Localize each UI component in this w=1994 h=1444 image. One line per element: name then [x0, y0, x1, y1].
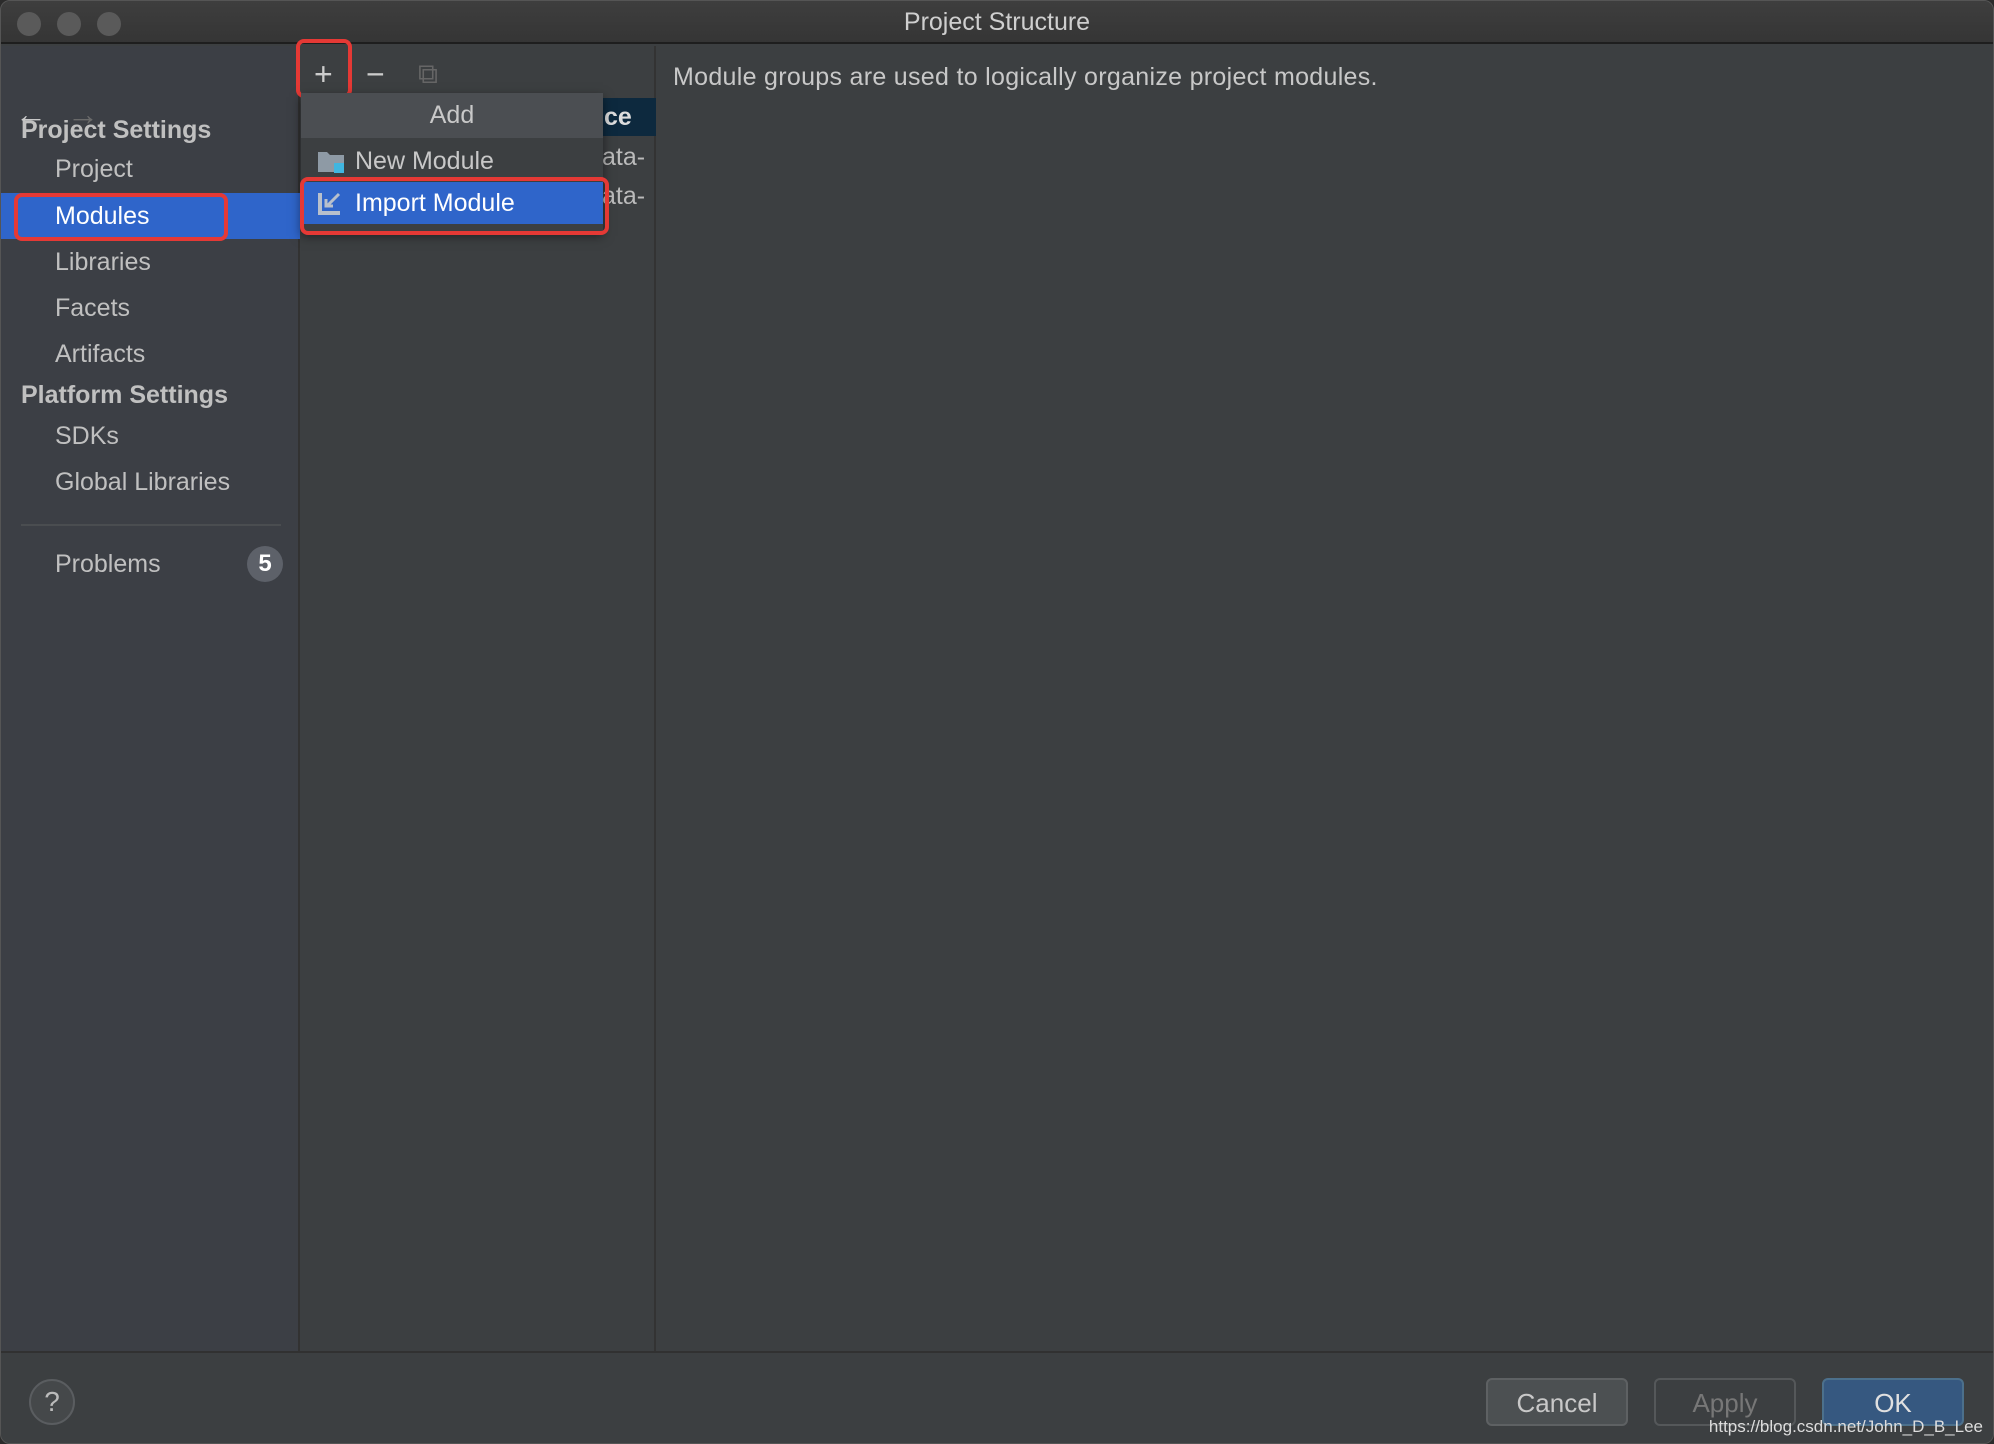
module-list-selected-row[interactable]: ce — [602, 98, 656, 136]
module-list-panel: + − ⧉ ce ata- ata- — [302, 46, 656, 1351]
sidebar-item-modules[interactable]: Modules — [1, 193, 300, 239]
module-list-item[interactable]: ata- — [602, 143, 645, 172]
menu-item-new-module[interactable]: New Module — [301, 140, 603, 182]
cancel-button[interactable]: Cancel — [1486, 1378, 1628, 1426]
folder-module-icon — [318, 152, 344, 173]
sidebar-item-sdks[interactable]: SDKs — [1, 413, 300, 459]
sidebar-item-project[interactable]: Project — [1, 146, 300, 192]
close-window-button[interactable] — [17, 12, 41, 36]
sidebar-item-problems[interactable]: Problems 5 — [1, 541, 300, 587]
copy-icon[interactable]: ⧉ — [418, 54, 438, 94]
platform-settings-header: Platform Settings — [21, 381, 228, 409]
minus-icon[interactable]: − — [366, 54, 385, 94]
import-icon — [318, 192, 341, 215]
zoom-window-button[interactable] — [97, 12, 121, 36]
menu-item-label: Import Module — [355, 189, 515, 217]
project-settings-header: Project Settings — [21, 116, 212, 144]
minimize-window-button[interactable] — [57, 12, 81, 36]
sidebar-item-libraries[interactable]: Libraries — [1, 239, 300, 285]
sidebar-divider — [21, 524, 281, 526]
sidebar: ← → Project Settings Project Modules Lib… — [1, 46, 300, 1351]
menu-item-label: New Module — [355, 147, 494, 175]
problems-count-badge: 5 — [247, 546, 283, 582]
window-title: Project Structure — [903, 8, 1091, 36]
sidebar-item-artifacts[interactable]: Artifacts — [1, 331, 300, 377]
footer-bar: ? Cancel Apply OK https://blog.csdn.net/… — [1, 1351, 1993, 1443]
plus-icon[interactable]: + — [314, 54, 333, 94]
watermark: https://blog.csdn.net/John_D_B_Lee — [1708, 1417, 1983, 1436]
problems-label: Problems — [55, 550, 161, 578]
add-popup-menu: Add New Module Import Module — [301, 93, 603, 232]
help-button[interactable]: ? — [29, 1379, 75, 1425]
menu-item-import-module[interactable]: Import Module — [301, 182, 603, 224]
selected-row-text: ce — [604, 103, 632, 131]
sidebar-item-global-libraries[interactable]: Global Libraries — [1, 459, 300, 505]
title-bar: Project Structure — [1, 1, 1993, 44]
popup-title: Add — [301, 93, 603, 138]
module-groups-description: Module groups are used to logically orga… — [673, 63, 1378, 91]
sidebar-item-facets[interactable]: Facets — [1, 285, 300, 331]
project-structure-window: Project Structure ← → Project Settings P… — [0, 0, 1994, 1444]
module-list-item[interactable]: ata- — [602, 182, 645, 211]
